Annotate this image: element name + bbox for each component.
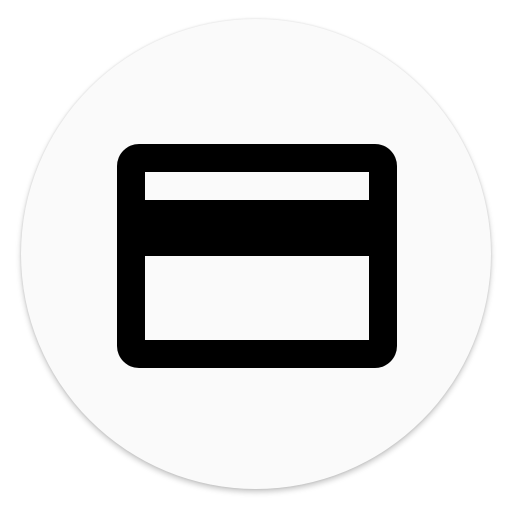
credit-card-icon [117,144,397,368]
app-icon-canvas [0,0,512,512]
